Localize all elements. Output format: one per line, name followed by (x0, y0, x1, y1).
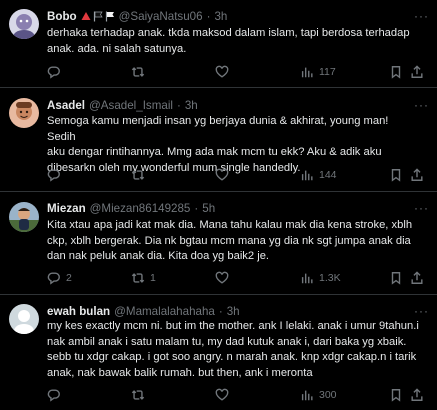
heart-icon (215, 271, 229, 284)
timestamp[interactable]: 3h (185, 99, 198, 112)
more-options-icon[interactable]: ··· (414, 304, 428, 318)
tweet[interactable]: ewah bulan @Mamalalahahaha · 3h ··· my k… (0, 295, 437, 410)
views-chart-icon (301, 273, 313, 284)
display-name[interactable]: ewah bulan (47, 305, 110, 318)
share-icon (411, 388, 423, 401)
more-options-icon[interactable]: ··· (414, 201, 428, 215)
reply-icon (47, 389, 60, 402)
reply-button[interactable] (47, 64, 66, 80)
share-button[interactable] (410, 270, 424, 286)
bookmark-icon (391, 272, 401, 285)
retweet-button[interactable] (131, 64, 150, 80)
tweet-header: ewah bulan @Mamalalahahaha · 3h (47, 303, 411, 319)
name-emojis (81, 11, 115, 22)
tweet-text: Kita xtau apa jadi kat mak dia. Mana tah… (47, 219, 413, 262)
more-options-icon[interactable]: ··· (414, 98, 428, 112)
share-button[interactable] (410, 167, 424, 183)
tweet-header: Asadel @Asadel_Ismail · 3h (47, 97, 411, 113)
tweet-actions: 300 (47, 387, 427, 403)
tweet-actions: 117 (47, 64, 427, 80)
share-icon (411, 271, 423, 284)
avatar[interactable] (9, 98, 39, 128)
tweet-text: derhaka terhadap anak. tkda maksod dalam… (47, 27, 410, 55)
bookmark-button[interactable] (389, 270, 403, 286)
like-button[interactable] (215, 167, 234, 183)
retweet-icon (131, 390, 145, 400)
retweet-icon (131, 170, 145, 180)
retweet-button[interactable] (131, 167, 150, 183)
tweet-header: Miezan @Miezan86149285 · 5h (47, 200, 411, 216)
views-button[interactable]: 144 (300, 167, 337, 183)
display-name[interactable]: Bobo (47, 10, 77, 23)
views-chart-icon (301, 67, 313, 78)
tweet-feed: Bobo @SaiyaNatsu06 · 3h ··· derhaka terh… (0, 0, 437, 410)
avatar[interactable] (9, 202, 39, 232)
retweet-icon (131, 273, 145, 283)
bookmark-button[interactable] (389, 167, 403, 183)
reply-button[interactable] (47, 387, 66, 403)
display-name[interactable]: Miezan (47, 202, 86, 215)
reply-button[interactable]: 2 (47, 270, 72, 286)
tweet-text: my kes exactly mcm ni. but im the mother… (47, 320, 419, 379)
reply-count: 2 (66, 272, 72, 284)
retweet-button[interactable] (131, 387, 150, 403)
view-count: 144 (319, 169, 337, 181)
like-button[interactable] (215, 270, 234, 286)
views-chart-icon (301, 170, 313, 181)
handle[interactable]: @SaiyaNatsu06 (119, 10, 203, 23)
display-name[interactable]: Asadel (47, 99, 85, 112)
separator-dot: · (194, 201, 199, 215)
bookmark-icon (391, 389, 401, 402)
like-button[interactable] (215, 64, 234, 80)
red-triangle-icon (81, 12, 91, 20)
reply-icon (47, 169, 60, 182)
bookmark-icon (391, 169, 401, 182)
views-chart-icon (301, 390, 313, 401)
share-icon (411, 65, 423, 78)
views-button[interactable]: 300 (300, 387, 337, 403)
view-count: 1.3K (319, 272, 341, 284)
avatar[interactable] (9, 9, 39, 39)
timestamp[interactable]: 5h (202, 202, 215, 215)
views-button[interactable]: 117 (300, 64, 336, 80)
timestamp[interactable]: 3h (227, 305, 240, 318)
separator-dot: · (206, 9, 211, 23)
share-button[interactable] (410, 64, 424, 80)
share-button[interactable] (410, 387, 424, 403)
tweet-actions: 2 1 1.3K (47, 270, 427, 286)
black-flag-icon (93, 11, 103, 21)
reply-icon (47, 66, 60, 79)
tweet-header: Bobo @SaiyaNatsu06 · 3h (47, 8, 411, 24)
view-count: 117 (319, 66, 336, 78)
timestamp[interactable]: 3h (214, 10, 227, 23)
retweet-button[interactable]: 1 (131, 270, 156, 286)
tweet[interactable]: Miezan @Miezan86149285 · 5h ··· Kita xta… (0, 192, 437, 295)
handle[interactable]: @Asadel_Ismail (89, 99, 173, 112)
heart-icon (215, 388, 229, 401)
tweet-actions: 144 (47, 167, 427, 183)
handle[interactable]: @Mamalalahahaha (114, 305, 215, 318)
tweet[interactable]: Asadel @Asadel_Ismail · 3h ··· Semoga ka… (0, 88, 437, 192)
reply-icon (47, 272, 60, 285)
avatar[interactable] (9, 304, 39, 334)
separator-dot: · (218, 304, 223, 318)
more-options-icon[interactable]: ··· (414, 9, 428, 23)
heart-icon (215, 168, 229, 181)
bookmark-icon (391, 66, 401, 79)
reply-button[interactable] (47, 167, 66, 183)
like-button[interactable] (215, 387, 234, 403)
view-count: 300 (319, 389, 337, 401)
bookmark-button[interactable] (389, 387, 403, 403)
retweet-count: 1 (150, 272, 156, 284)
views-button[interactable]: 1.3K (300, 270, 341, 286)
bookmark-button[interactable] (389, 64, 403, 80)
handle[interactable]: @Miezan86149285 (90, 202, 191, 215)
retweet-icon (131, 67, 145, 77)
heart-icon (215, 65, 229, 78)
white-flag-icon (105, 11, 114, 21)
share-icon (411, 168, 423, 181)
tweet[interactable]: Bobo @SaiyaNatsu06 · 3h ··· derhaka terh… (0, 0, 437, 88)
separator-dot: · (176, 98, 181, 112)
